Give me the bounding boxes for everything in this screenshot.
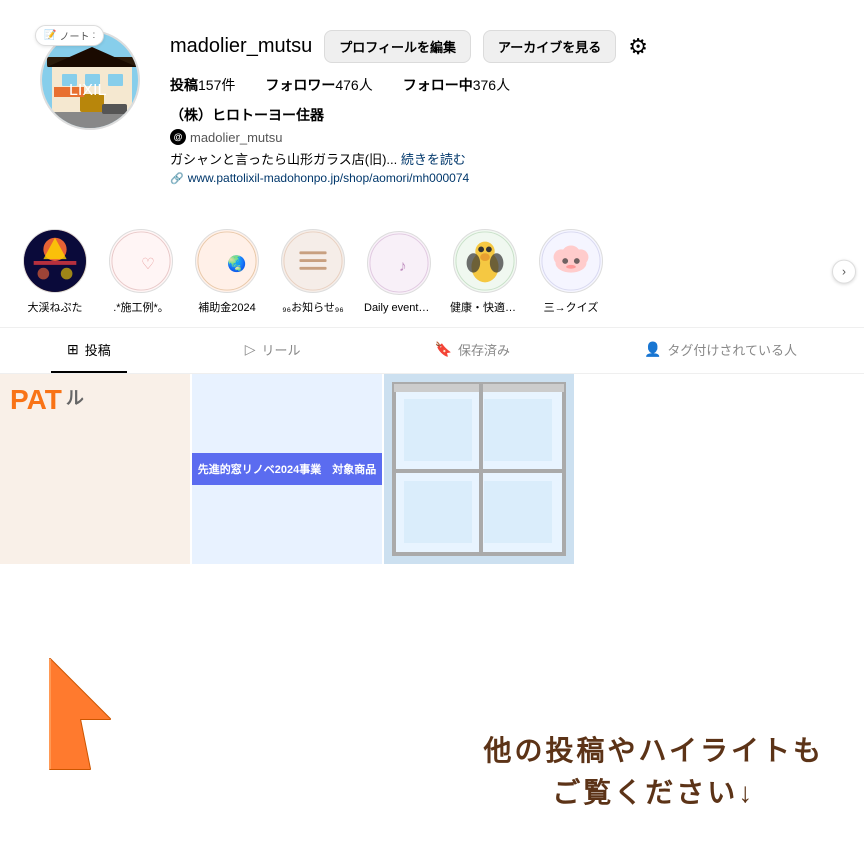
threads-handle-row: @ madolier_mutsu xyxy=(170,129,824,145)
posts-stat: 投稿157件 xyxy=(170,75,235,95)
website-link[interactable]: 🔗 www.pattolixil-madohonpo.jp/shop/aomor… xyxy=(170,171,824,185)
highlight-health[interactable]: 健康・快適・... xyxy=(450,229,520,315)
highlight-label-construction: .*施工例*。 xyxy=(113,299,169,315)
reels-tab-icon: ▷ xyxy=(245,341,256,358)
followers-stat[interactable]: フォロワー476人 xyxy=(265,75,372,95)
nebuta-image xyxy=(24,229,86,293)
profile-header-row: madolier_mutsu プロフィールを編集 アーカイブを見る ⚙ xyxy=(170,30,824,63)
saved-tab-icon: 🔖 xyxy=(435,341,452,358)
link-icon: 🔗 xyxy=(170,172,184,185)
highlight-circle-bird xyxy=(453,229,517,293)
highlight-circle-cloud xyxy=(539,229,603,293)
tab-tagged[interactable]: 👤 タグ付けされている人 xyxy=(628,328,813,373)
post-item-1[interactable]: PAT ル xyxy=(0,374,190,564)
highlight-label-nebuta: 大渓ねぷた xyxy=(28,299,83,315)
note-badge-text: ノート xyxy=(59,28,89,43)
svg-text:LIXIL: LIXIL xyxy=(69,82,106,99)
post-pat-label: PAT xyxy=(10,384,62,416)
tabs-section: ⊞ 投稿 ▷ リール 🔖 保存済み 👤 タグ付けされている人 xyxy=(0,327,864,374)
highlight-circle-heart: ♡ xyxy=(109,229,173,293)
post-item-3[interactable] xyxy=(384,374,574,564)
note-icon: 📝 xyxy=(44,30,56,41)
display-name: （株）ヒロトーヨー住器 xyxy=(170,105,824,125)
tagged-tab-label: タグ付けされている人 xyxy=(667,340,797,359)
avatar-image: LIXIL xyxy=(42,32,140,130)
highlight-circle-menu xyxy=(281,229,345,293)
edit-profile-button[interactable]: プロフィールを編集 xyxy=(324,30,471,63)
tab-posts[interactable]: ⊞ 投稿 xyxy=(51,328,127,373)
highlight-label-daily-events: Daily events 🌊 xyxy=(364,301,434,314)
bio-more-link[interactable]: 続きを読む xyxy=(401,152,466,167)
highlight-news[interactable]: ₉₆お知らせ₉₆ xyxy=(278,229,348,315)
profile-top: 📝 ノート : xyxy=(40,30,824,185)
posts-tab-label: 投稿 xyxy=(85,340,111,359)
archive-button[interactable]: アーカイブを見る xyxy=(483,30,616,63)
highlight-label-health: 健康・快適・... xyxy=(450,299,520,315)
globe-image: 🌏 xyxy=(196,229,258,293)
heart-image: ♡ xyxy=(110,229,172,293)
cloud-image xyxy=(540,229,602,293)
threads-handle-text: madolier_mutsu xyxy=(190,130,283,145)
cta-line1: 他の投稿やハイライトも xyxy=(484,730,824,772)
music-image: ♪ xyxy=(368,231,430,295)
note-indicator: : xyxy=(92,30,95,41)
bird-image xyxy=(454,229,516,293)
bio-text: ガシャンと言ったら山形ガラス店(旧)... 続きを読む xyxy=(170,149,824,168)
tab-reels[interactable]: ▷ リール xyxy=(229,328,317,373)
posts-tab-icon: ⊞ xyxy=(67,341,79,358)
cursor-arrow xyxy=(30,629,160,784)
avatar-container: 📝 ノート : xyxy=(40,30,140,130)
page-wrapper: 📝 ノート : xyxy=(0,0,864,864)
username: madolier_mutsu xyxy=(170,35,312,58)
arrow-cursor-svg xyxy=(30,629,160,779)
post-banner: 先進的窓リノベ2024事業 対象商品 xyxy=(192,453,382,485)
highlight-quiz[interactable]: 三→クイズ xyxy=(536,229,606,315)
profile-section: 📝 ノート : xyxy=(0,0,864,221)
following-stat[interactable]: フォロー中376人 xyxy=(403,75,510,95)
highlight-nebuta[interactable]: 大渓ねぷた xyxy=(20,229,90,315)
profile-info: madolier_mutsu プロフィールを編集 アーカイブを見る ⚙ 投稿15… xyxy=(170,30,824,185)
settings-icon[interactable]: ⚙ xyxy=(628,34,648,60)
menu-image xyxy=(282,229,344,293)
stats-row: 投稿157件 フォロワー476人 フォロー中376人 xyxy=(170,75,824,95)
post-label-2: ル xyxy=(66,384,84,410)
post-item-2[interactable]: 先進的窓リノベ2024事業 対象商品 xyxy=(192,374,382,564)
cta-line2: ご覧ください↓ xyxy=(484,772,824,814)
tab-saved[interactable]: 🔖 保存済み xyxy=(419,328,526,373)
reels-tab-label: リール xyxy=(262,340,301,359)
svg-text:♪: ♪ xyxy=(399,257,407,274)
highlights-section: 大渓ねぷた ♡ .*施工例*。 🌏 補助金2024 xyxy=(0,221,864,327)
saved-tab-label: 保存済み xyxy=(458,340,510,359)
highlight-label-quiz: 三→クイズ xyxy=(544,299,599,315)
posts-area: PAT ル 先進的窓リノベ2024事業 対象商品 xyxy=(0,374,864,564)
threads-icon: @ xyxy=(170,129,186,145)
highlight-label-news: ₉₆お知らせ₉₆ xyxy=(282,299,343,315)
tagged-tab-icon: 👤 xyxy=(644,341,661,358)
svg-text:🌏: 🌏 xyxy=(227,254,246,273)
highlights-next-arrow[interactable]: › xyxy=(832,260,856,284)
note-badge[interactable]: 📝 ノート : xyxy=(35,25,104,46)
cta-text-container: 他の投稿やハイライトも ご覧ください↓ xyxy=(484,730,824,814)
highlight-construction[interactable]: ♡ .*施工例*。 xyxy=(106,229,176,315)
svg-text:♡: ♡ xyxy=(141,256,155,273)
bottom-overlay: 他の投稿やハイライトも ご覧ください↓ xyxy=(0,564,864,864)
highlight-circle-music: ♪ xyxy=(367,231,431,295)
highlight-daily-events[interactable]: ♪ Daily events 🌊 xyxy=(364,231,434,314)
highlight-subsidy[interactable]: 🌏 補助金2024 xyxy=(192,229,262,315)
highlight-label-subsidy: 補助金2024 xyxy=(198,299,255,315)
post-window-image xyxy=(384,374,574,564)
highlight-circle-globe: 🌏 xyxy=(195,229,259,293)
highlight-circle-nebuta xyxy=(23,229,87,293)
